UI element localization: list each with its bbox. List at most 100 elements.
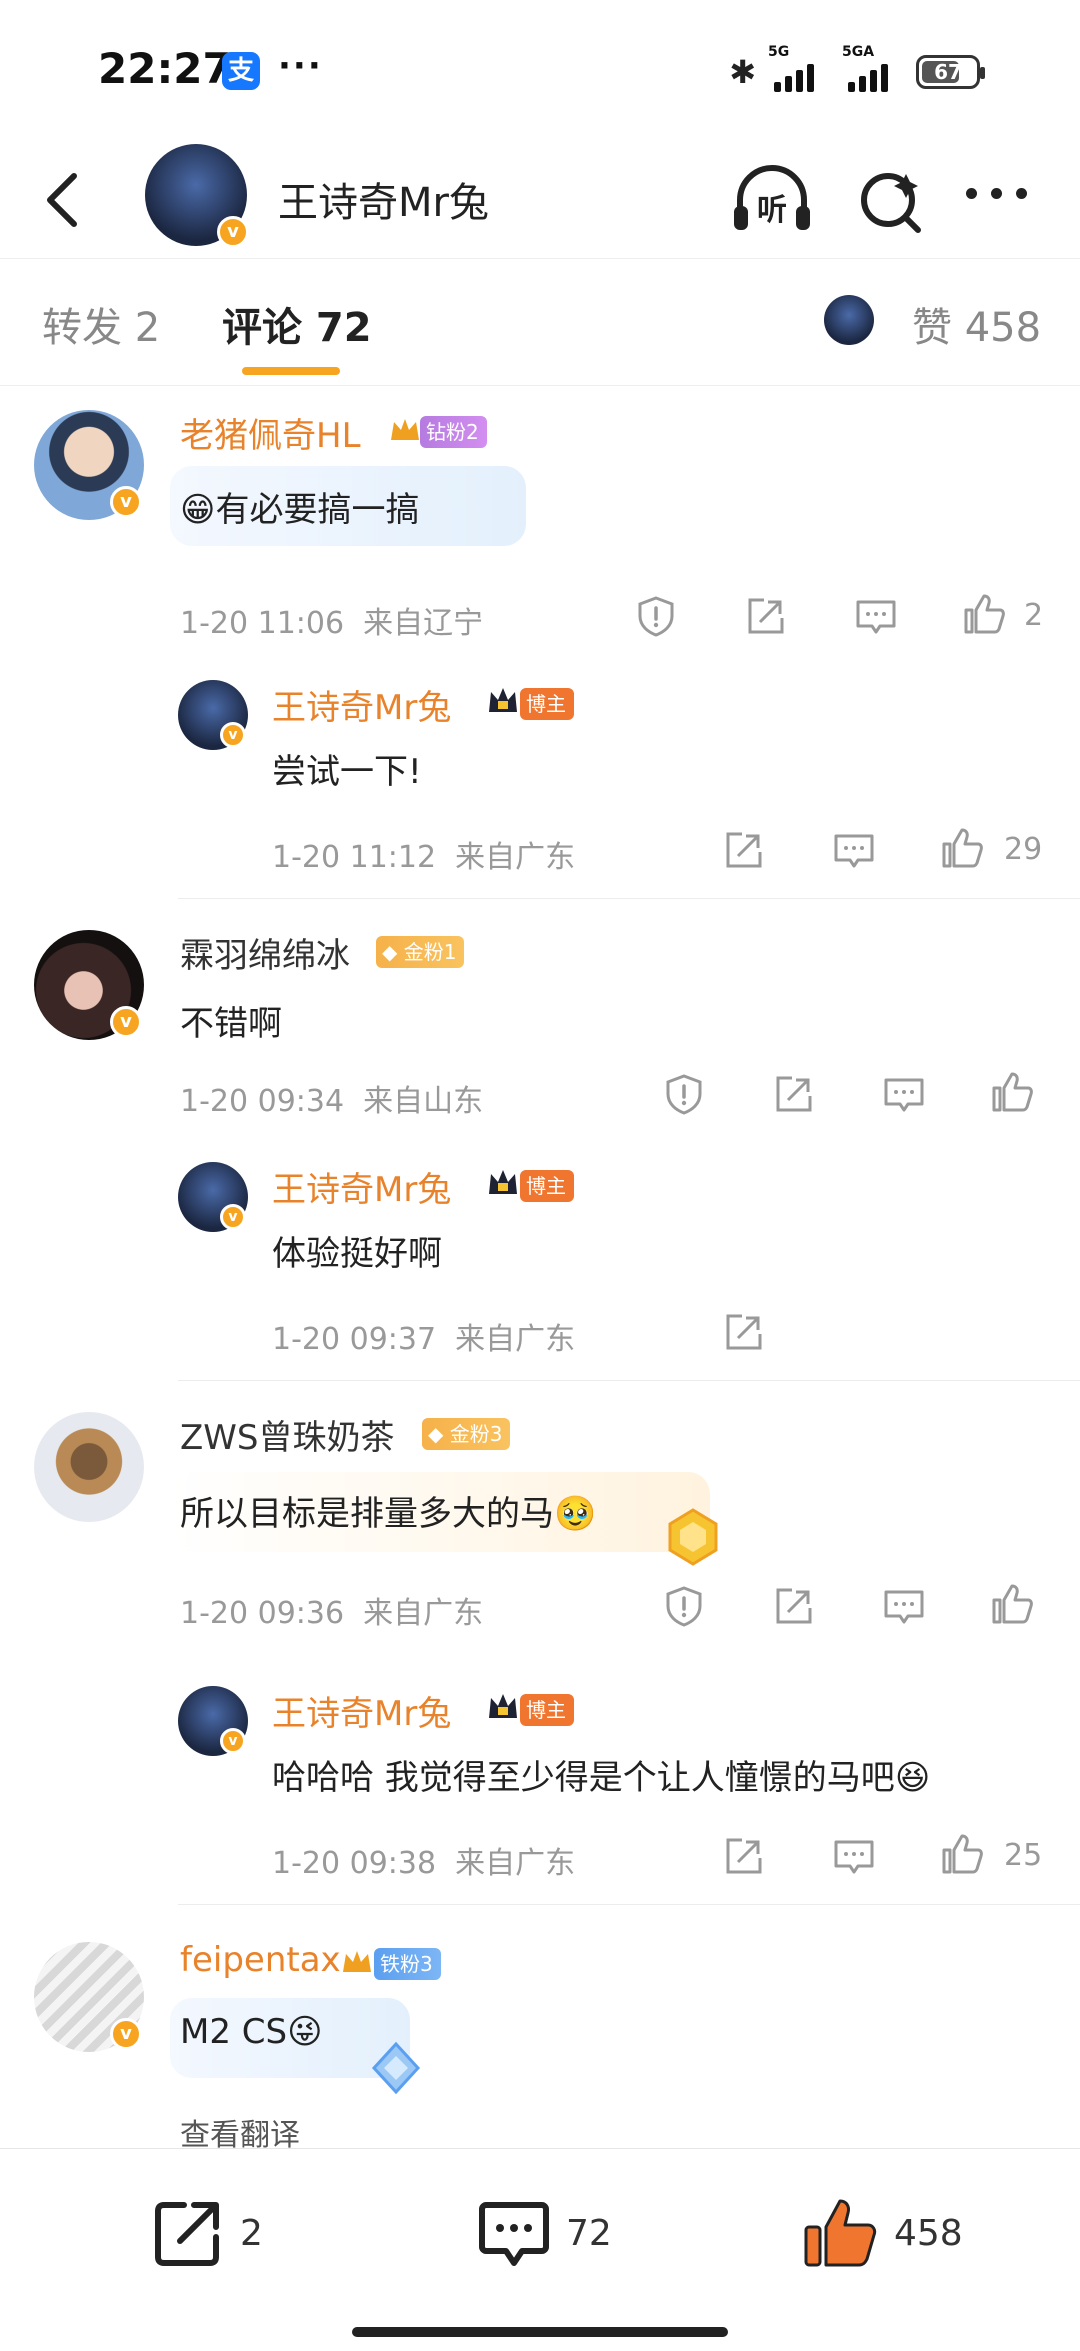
reply-location: 来自广东 [455, 840, 576, 875]
signal-5g-icon: 5G [768, 44, 830, 92]
commenter-name[interactable]: 霖羽绵绵冰 [180, 928, 350, 977]
reply-text-value: 哈哈哈 我觉得至少得是个让人憧憬的马吧 [272, 1758, 895, 1798]
reply-comment-icon[interactable] [882, 1584, 926, 1628]
like-count: 29 [1004, 832, 1043, 867]
reply-author-avatar[interactable]: v [178, 1162, 248, 1232]
repost-button[interactable]: 2 [150, 2193, 263, 2273]
report-icon[interactable] [662, 1584, 706, 1628]
like-icon[interactable] [990, 1582, 1034, 1626]
crown-icon [391, 419, 419, 440]
commenter-avatar[interactable]: v [34, 1942, 144, 2052]
crown-icon [489, 688, 517, 712]
bluetooth-icon: ✱ [729, 53, 756, 91]
reply-meta: 1-20 09:38 来自广东 [272, 1838, 575, 1882]
tab-reposts[interactable]: 转发 2 [42, 295, 160, 353]
share-icon[interactable] [722, 1834, 766, 1878]
comment-text-value: 所以目标是排量多大的马 [180, 1494, 554, 1534]
listen-headphones-icon[interactable]: 听 [730, 160, 814, 240]
tab-likes[interactable]: 赞 458 [912, 295, 1041, 353]
reply-text: 体验挺好啊 [272, 1234, 442, 1274]
reply-author-avatar[interactable]: v [178, 1686, 248, 1756]
verified-badge-icon: v [220, 1204, 246, 1230]
active-tab-indicator [242, 367, 340, 375]
reply-author-name[interactable]: 王诗奇Mr兔 [272, 1686, 451, 1735]
status-time: 22:27 [98, 44, 232, 93]
search-icon[interactable] [856, 160, 926, 240]
notification-more-icon: ··· [278, 46, 323, 86]
share-icon[interactable] [722, 828, 766, 872]
fan-level-label: 金粉1 [403, 940, 457, 964]
fan-level-badge: 钻粉2 [420, 416, 487, 448]
verified-badge-icon: v [220, 1728, 246, 1754]
gold-fan-emblem-icon [668, 1508, 718, 1566]
status-bar: 22:27 支 ··· ✱ 5G 5GA 67 [0, 0, 1080, 140]
like-button[interactable]: 458 [800, 2193, 963, 2273]
commenter-avatar[interactable]: v [34, 410, 144, 520]
blogger-badge: 博主 [520, 688, 574, 720]
post-header: v 王诗奇Mr兔 听 [0, 140, 1080, 260]
reply-comment-icon[interactable] [882, 1072, 926, 1116]
verified-badge-icon: v [110, 2018, 142, 2050]
alipay-icon: 支 [222, 52, 260, 90]
liker-avatar [824, 295, 874, 345]
reply-location: 来自广东 [455, 1846, 576, 1881]
listen-label: 听 [757, 193, 787, 228]
blogger-badge: 博主 [520, 1170, 574, 1202]
commenter-name[interactable]: ZWS曾珠奶茶 [180, 1410, 395, 1459]
comment-text: M2 CS😜 [180, 2012, 323, 2052]
back-arrow-icon[interactable] [36, 160, 96, 240]
blogger-badge: 博主 [520, 1694, 574, 1726]
crown-icon [489, 1694, 517, 1718]
repost-count: 2 [240, 2212, 263, 2254]
commenter-name[interactable]: feipentax [180, 1940, 341, 1980]
home-indicator[interactable] [352, 2327, 728, 2337]
divider [178, 1904, 1080, 1905]
reply-comment-icon[interactable] [854, 594, 898, 638]
reply-author-avatar[interactable]: v [178, 680, 248, 750]
like-icon[interactable] [940, 826, 984, 870]
reply-comment-icon[interactable] [832, 1834, 876, 1878]
signal-5ga-icon: 5GA [842, 44, 904, 92]
comment-text-value: 有必要搞一搞 [215, 490, 420, 530]
more-options-icon[interactable] [966, 188, 1036, 208]
reply-author-name[interactable]: 王诗奇Mr兔 [272, 680, 451, 729]
tab-comments[interactable]: 评论 72 [222, 295, 372, 353]
share-icon[interactable] [772, 1072, 816, 1116]
like-icon[interactable] [990, 1070, 1034, 1114]
reply-time: 1-20 09:37 [272, 1322, 437, 1357]
comment-location: 来自山东 [363, 1084, 484, 1119]
author-name[interactable]: 王诗奇Mr兔 [278, 170, 489, 228]
like-icon[interactable] [962, 592, 1006, 636]
verified-badge-icon: v [220, 722, 246, 748]
author-avatar[interactable]: v [145, 144, 249, 248]
comment-location: 来自辽宁 [363, 606, 484, 641]
comment-text: 不错啊 [180, 1004, 282, 1044]
report-icon[interactable] [634, 594, 678, 638]
share-icon[interactable] [722, 1310, 766, 1354]
commenter-avatar[interactable] [34, 1412, 144, 1522]
battery-level: 67 [934, 60, 962, 84]
reply-author-name[interactable]: 王诗奇Mr兔 [272, 1162, 451, 1211]
reply-meta: 1-20 09:37 来自广东 [272, 1314, 575, 1358]
divider [178, 898, 1080, 899]
share-icon[interactable] [744, 594, 788, 638]
repost-icon [155, 2202, 219, 2266]
like-count: 25 [1004, 1838, 1043, 1873]
crown-icon [343, 1951, 371, 1972]
comment-text: 所以目标是排量多大的马🥹 [180, 1494, 597, 1534]
share-icon[interactable] [772, 1584, 816, 1628]
reply-comment-icon[interactable] [832, 828, 876, 872]
comment-icon [479, 2202, 549, 2266]
comment-button[interactable]: 72 [476, 2193, 612, 2273]
reply-time: 1-20 09:38 [272, 1846, 437, 1881]
like-icon[interactable] [940, 1832, 984, 1876]
report-icon[interactable] [662, 1072, 706, 1116]
commenter-name[interactable]: 老猪佩奇HL [180, 408, 361, 457]
commenter-avatar[interactable]: v [34, 930, 144, 1040]
network-label-2: 5GA [842, 44, 875, 60]
reply-location: 来自广东 [455, 1322, 576, 1357]
fan-level-badge: ◆ 金粉3 [422, 1418, 511, 1450]
verified-badge-icon: v [110, 1006, 142, 1038]
reply-text: 哈哈哈 我觉得至少得是个让人憧憬的马吧😆 [272, 1758, 931, 1798]
comment-meta: 1-20 09:36 来自广东 [180, 1588, 483, 1632]
